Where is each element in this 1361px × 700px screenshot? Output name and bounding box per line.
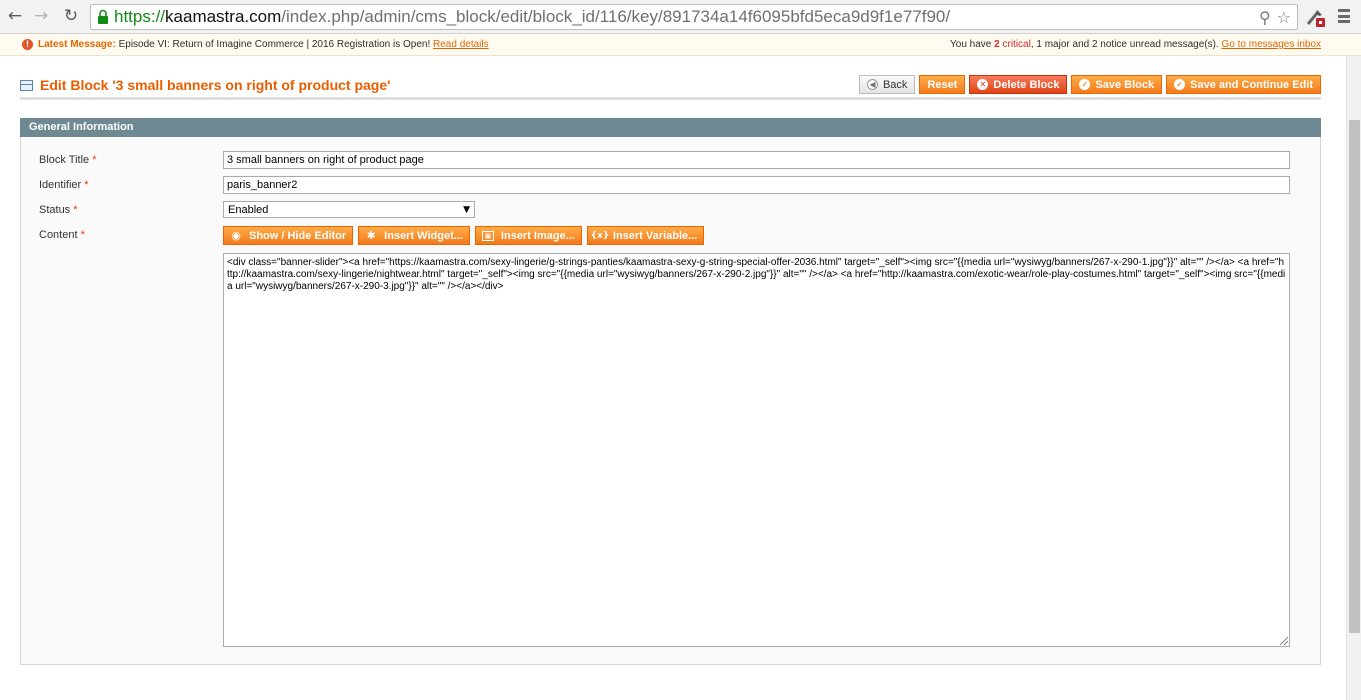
- read-details-link[interactable]: Read details: [433, 39, 489, 50]
- critical-count: 2: [994, 39, 1000, 50]
- delete-block-button[interactable]: ✕ Delete Block: [969, 75, 1068, 94]
- content-textarea-text: <div class="banner-slider"><a href="http…: [227, 257, 1286, 292]
- latest-message-label: Latest Message:: [38, 39, 116, 50]
- insert-variable-button[interactable]: {x} Insert Variable...: [586, 226, 705, 245]
- back-icon: ◀: [866, 79, 878, 90]
- messages-summary-prefix: You have: [950, 39, 992, 50]
- messages-summary-rest: , 1 major and 2 notice unread message(s)…: [1030, 39, 1219, 50]
- content-label-text: Content: [39, 229, 78, 241]
- cms-block-icon: [20, 79, 33, 91]
- browser-menu-icon[interactable]: [1336, 7, 1352, 25]
- insert-image-button[interactable]: ▣ Insert Image...: [474, 226, 582, 245]
- reset-button[interactable]: Reset: [919, 75, 966, 94]
- show-hide-editor-button[interactable]: ◉ Show / Hide Editor: [223, 226, 354, 245]
- delete-block-label: Delete Block: [993, 78, 1060, 91]
- zoom-icon[interactable]: ⚲: [1259, 8, 1271, 27]
- status-select[interactable]: Enabled ▼: [223, 201, 475, 218]
- insert-image-label: Insert Image...: [500, 229, 575, 242]
- required-mark: *: [73, 204, 78, 216]
- save-block-button[interactable]: ✓ Save Block: [1071, 75, 1163, 94]
- required-mark: *: [92, 154, 97, 166]
- resize-handle-icon[interactable]: [1280, 637, 1288, 645]
- section-header: General Information: [20, 118, 1321, 137]
- back-button-label: Back: [882, 78, 908, 91]
- identifier-input[interactable]: paris_banner2: [223, 176, 1290, 194]
- insert-widget-button[interactable]: ✱ Insert Widget...: [358, 226, 470, 245]
- messages-inbox-link[interactable]: Go to messages inbox: [1222, 39, 1322, 50]
- insert-variable-label: Insert Variable...: [612, 229, 698, 242]
- page-scrollbar[interactable]: [1346, 56, 1361, 700]
- insert-widget-label: Insert Widget...: [384, 229, 463, 242]
- url-host: kaamastra.com: [165, 7, 282, 26]
- content-textarea[interactable]: <div class="banner-slider"><a href="http…: [223, 253, 1290, 647]
- block-title-label: Block Title *: [39, 154, 96, 166]
- identifier-label: Identifier *: [39, 179, 89, 191]
- address-bar[interactable]: https://kaamastra.com/index.php/admin/cm…: [90, 4, 1298, 30]
- url-protocol: https://: [114, 7, 166, 26]
- content-label: Content *: [39, 229, 85, 241]
- required-mark: *: [80, 229, 85, 241]
- critical-label: critical: [1002, 39, 1031, 50]
- content-header: Edit Block '3 small banners on right of …: [20, 74, 1321, 100]
- dropdown-arrow-icon: ▼: [463, 204, 470, 215]
- lock-icon: [98, 9, 108, 24]
- forward-arrow-icon[interactable]: →: [30, 5, 52, 27]
- extension-icon[interactable]: [1304, 6, 1326, 28]
- save-continue-check-icon: ✓: [1174, 79, 1186, 90]
- page-title: Edit Block '3 small banners on right of …: [40, 77, 391, 93]
- back-button[interactable]: ◀ Back: [858, 75, 916, 94]
- status-label-text: Status: [39, 204, 71, 216]
- save-continue-button[interactable]: ✓ Save and Continue Edit: [1166, 75, 1321, 94]
- eye-icon: ◉: [231, 229, 241, 242]
- url-path: /index.php/admin/cms_block/edit/block_id…: [281, 7, 951, 26]
- bookmark-star-icon[interactable]: ☆: [1277, 8, 1291, 27]
- back-arrow-icon[interactable]: ←: [4, 5, 26, 27]
- delete-icon: ✕: [977, 79, 989, 90]
- scrollbar-thumb[interactable]: [1349, 120, 1360, 633]
- widget-icon: ✱: [366, 229, 376, 242]
- show-hide-editor-label: Show / Hide Editor: [249, 229, 347, 242]
- latest-message-text: Episode VI: Return of Imagine Commerce |…: [118, 39, 431, 50]
- save-check-icon: ✓: [1079, 79, 1091, 90]
- reset-button-label: Reset: [927, 78, 958, 91]
- block-title-label-text: Block Title: [39, 154, 90, 166]
- warning-icon: !: [22, 39, 33, 50]
- save-continue-label: Save and Continue Edit: [1190, 78, 1313, 91]
- browser-toolbar: ← → ↻ https://kaamastra.com/index.php/ad…: [0, 0, 1361, 34]
- status-label: Status *: [39, 204, 78, 216]
- save-block-label: Save Block: [1095, 78, 1155, 91]
- identifier-label-text: Identifier: [39, 179, 82, 191]
- notification-bar: ! Latest Message: Episode VI: Return of …: [0, 34, 1361, 56]
- block-title-input[interactable]: 3 small banners on right of product page: [223, 151, 1290, 169]
- status-selected-value: Enabled: [228, 203, 269, 216]
- required-mark: *: [84, 179, 89, 191]
- image-icon: ▣: [481, 230, 494, 241]
- reload-icon[interactable]: ↻: [60, 5, 82, 27]
- general-information-fieldset: Block Title * 3 small banners on right o…: [20, 137, 1321, 665]
- variable-icon: {x}: [590, 230, 610, 241]
